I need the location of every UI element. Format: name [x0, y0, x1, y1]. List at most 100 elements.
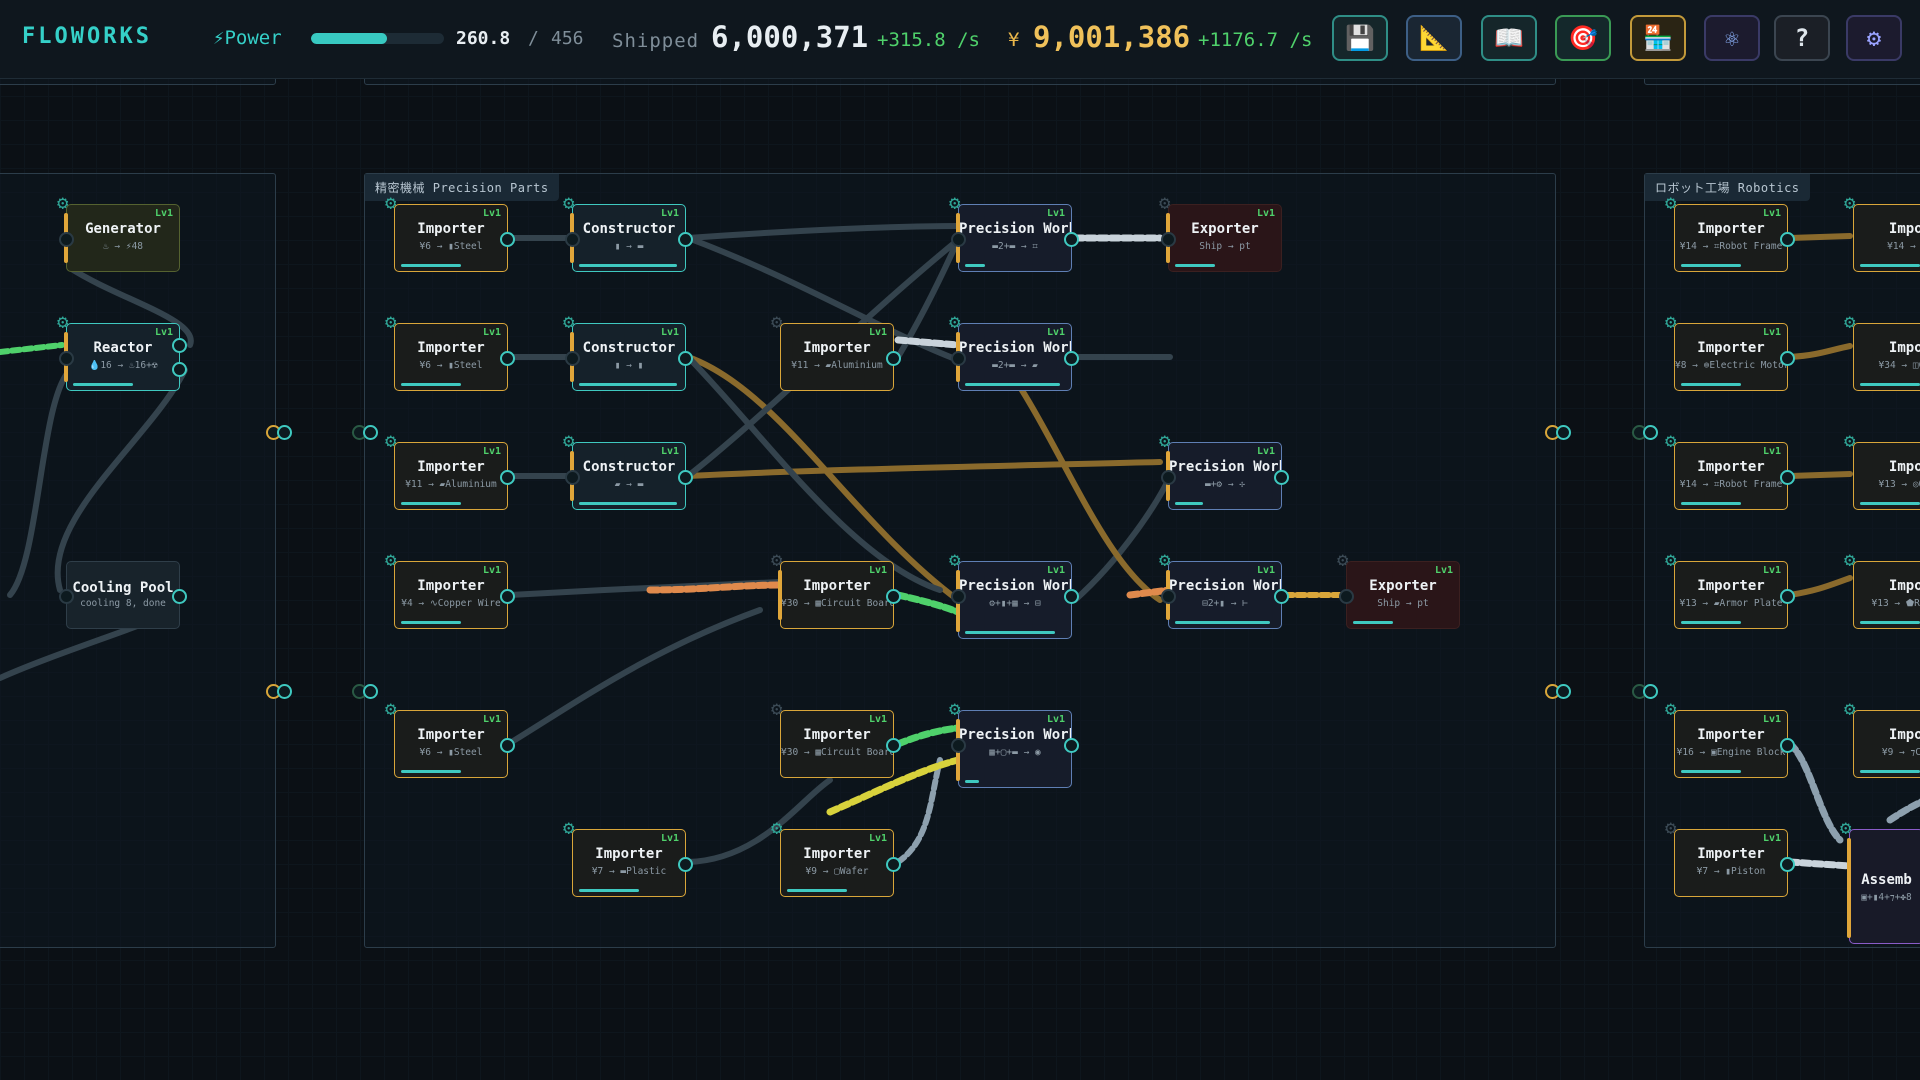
machine-importer[interactable]: ⚙ Lv1 Importer ¥14 → ⌗Robot Frame — [1665, 193, 1795, 272]
gear-icon[interactable]: ⚙ — [1159, 431, 1179, 451]
machine-importer[interactable]: ⚙ Impor ¥9 → ⁊Cran — [1844, 699, 1920, 778]
machine-importer[interactable]: ⚙ Impor ¥13 → ⬟Rare-E — [1844, 550, 1920, 629]
gear-icon[interactable]: ⚙ — [1665, 550, 1685, 570]
research-button[interactable]: ⚛ — [1704, 15, 1760, 61]
gear-icon[interactable]: ⚙ — [949, 193, 969, 213]
machine-importer[interactable]: ⚙ Impor ¥14 → ◉S — [1844, 193, 1920, 272]
machine-constructor[interactable]: ⚙ Lv1 Constructor ▮ → ▮ — [563, 312, 693, 391]
machine-importer[interactable]: ⚙ Lv1 Importer ¥30 → ▦Circuit Board — [771, 699, 901, 778]
gear-icon[interactable]: ⚙ — [563, 312, 583, 332]
machine-importer[interactable]: ⚙ Lv1 Importer ¥9 → ▢Wafer — [771, 818, 901, 897]
input-port[interactable] — [565, 470, 580, 485]
zone-port[interactable] — [1545, 679, 1571, 701]
zone-port[interactable] — [1632, 679, 1658, 701]
blueprint-button[interactable]: 📐 — [1406, 15, 1462, 61]
output-port[interactable] — [678, 470, 693, 485]
gear-icon[interactable]: ⚙ — [563, 431, 583, 451]
output-port[interactable] — [1780, 351, 1795, 366]
machine-importer[interactable]: ⚙ Lv1 Importer ¥7 → ▮Piston — [1665, 818, 1795, 897]
output-port[interactable] — [886, 351, 901, 366]
machine-precision-works[interactable]: ⚙ Lv1 Precision Works ▬+⚙ → ✢ — [1159, 431, 1289, 510]
output-port[interactable] — [678, 351, 693, 366]
machine-importer[interactable]: ⚙ Impor ¥34 → ◫Cont — [1844, 312, 1920, 391]
output-port[interactable] — [1274, 470, 1289, 485]
machine-importer[interactable]: ⚙ Impor ¥13 → ◎Opti — [1844, 431, 1920, 510]
zone-port[interactable] — [352, 420, 378, 442]
output-port[interactable] — [1780, 738, 1795, 753]
gear-icon[interactable]: ⚙ — [385, 699, 405, 719]
gear-icon[interactable]: ⚙ — [1665, 193, 1685, 213]
gear-icon[interactable]: ⚙ — [1665, 431, 1685, 451]
output-port[interactable] — [886, 857, 901, 872]
output-port[interactable] — [1064, 589, 1079, 604]
machine-constructor[interactable]: ⚙ Lv1 Constructor ▰ → ▬ — [563, 431, 693, 510]
machine-importer[interactable]: ⚙ Lv1 Importer ¥6 → ▮Steel — [385, 193, 515, 272]
gear-icon[interactable]: ⚙ — [771, 699, 791, 719]
machine-importer[interactable]: ⚙ Lv1 Importer ¥14 → ⌗Robot Frame — [1665, 431, 1795, 510]
input-port[interactable] — [1161, 589, 1176, 604]
gear-icon[interactable]: ⚙ — [1159, 193, 1179, 213]
machine-importer[interactable]: ⚙ Lv1 Importer ¥4 → ∿Copper Wire — [385, 550, 515, 629]
input-port[interactable] — [1161, 470, 1176, 485]
gear-icon[interactable]: ⚙ — [385, 550, 405, 570]
zone-port[interactable] — [1632, 420, 1658, 442]
output-port[interactable] — [500, 738, 515, 753]
machine-reactor[interactable]: ⚙ Lv1 Reactor 💧16 → ♨16+☢ — [57, 312, 187, 391]
machine-importer[interactable]: ⚙ Lv1 Importer ¥13 → ▰Armor Plate — [1665, 550, 1795, 629]
output-port[interactable] — [1780, 232, 1795, 247]
machine-importer[interactable]: ⚙ Lv1 Importer ¥8 → ⊚Electric Motor — [1665, 312, 1795, 391]
gear-icon[interactable]: ⚙ — [1665, 818, 1685, 838]
output-port[interactable] — [1780, 857, 1795, 872]
machine-exporter[interactable]: ⚙ Lv1 Exporter Ship → pt — [1337, 550, 1460, 629]
help-button[interactable]: ? — [1774, 15, 1830, 61]
output-port[interactable] — [1064, 232, 1079, 247]
machine-cooling-pool[interactable]: Cooling Pool cooling 8, done — [59, 561, 187, 629]
machine-precision-works[interactable]: ⚙ Lv1 Precision Works ▬2+▬ → ▰ — [949, 312, 1079, 391]
machine-importer[interactable]: ⚙ Lv1 Importer ¥11 → ▰Aluminium — [771, 312, 901, 391]
output-port[interactable] — [678, 857, 693, 872]
input-port[interactable] — [951, 738, 966, 753]
input-port[interactable] — [59, 351, 74, 366]
gear-icon[interactable]: ⚙ — [1665, 312, 1685, 332]
input-port[interactable] — [951, 589, 966, 604]
codex-button[interactable]: 📖 — [1481, 15, 1537, 61]
output-port[interactable] — [1274, 589, 1289, 604]
zone-port[interactable] — [266, 679, 292, 701]
gear-icon[interactable]: ⚙ — [771, 550, 791, 570]
gear-icon[interactable]: ⚙ — [1844, 193, 1864, 213]
output-port[interactable] — [678, 232, 693, 247]
gear-icon[interactable]: ⚙ — [385, 193, 405, 213]
machine-precision-works[interactable]: ⚙ Lv1 Precision Works ▦+▢+▬ → ◉ — [949, 699, 1079, 788]
gear-icon[interactable]: ⚙ — [57, 312, 77, 332]
output-port[interactable] — [1064, 738, 1079, 753]
gear-icon[interactable]: ⚙ — [563, 818, 583, 838]
output-port[interactable] — [886, 589, 901, 604]
gear-icon[interactable]: ⚙ — [1840, 818, 1860, 838]
output-port[interactable] — [1780, 589, 1795, 604]
shop-button[interactable]: 🏪 — [1630, 15, 1686, 61]
input-port[interactable] — [951, 232, 966, 247]
input-port[interactable] — [1339, 589, 1354, 604]
machine-importer[interactable]: ⚙ Lv1 Importer ¥7 → ▬Plastic — [563, 818, 693, 897]
machine-exporter[interactable]: ⚙ Lv1 Exporter Ship → pt — [1159, 193, 1282, 272]
settings-button[interactable]: ⚙ — [1846, 15, 1902, 61]
output-port[interactable] — [500, 470, 515, 485]
output-port[interactable] — [886, 738, 901, 753]
input-port[interactable] — [565, 351, 580, 366]
gear-icon[interactable]: ⚙ — [385, 431, 405, 451]
gear-icon[interactable]: ⚙ — [1844, 312, 1864, 332]
gear-icon[interactable]: ⚙ — [57, 193, 77, 213]
zone-port[interactable] — [352, 679, 378, 701]
zone-port[interactable] — [1545, 420, 1571, 442]
zone-port[interactable] — [266, 420, 292, 442]
output-port[interactable] — [172, 338, 187, 353]
machine-importer[interactable]: ⚙ Lv1 Importer ¥6 → ▮Steel — [385, 312, 515, 391]
gear-icon[interactable]: ⚙ — [385, 312, 405, 332]
machine-precision-works[interactable]: ⚙ Lv1 Precision Works ⊟2+▮ → ⊢ — [1159, 550, 1289, 629]
gear-icon[interactable]: ⚙ — [1844, 431, 1864, 451]
gear-icon[interactable]: ⚙ — [1159, 550, 1179, 570]
machine-constructor[interactable]: ⚙ Lv1 Constructor ▮ → ▬ — [563, 193, 693, 272]
save-button[interactable]: 💾 — [1332, 15, 1388, 61]
output-port[interactable] — [500, 232, 515, 247]
machine-assembler[interactable]: ⚙ Assemb ▣+▮4+⁊+✤8 — [1840, 818, 1920, 944]
